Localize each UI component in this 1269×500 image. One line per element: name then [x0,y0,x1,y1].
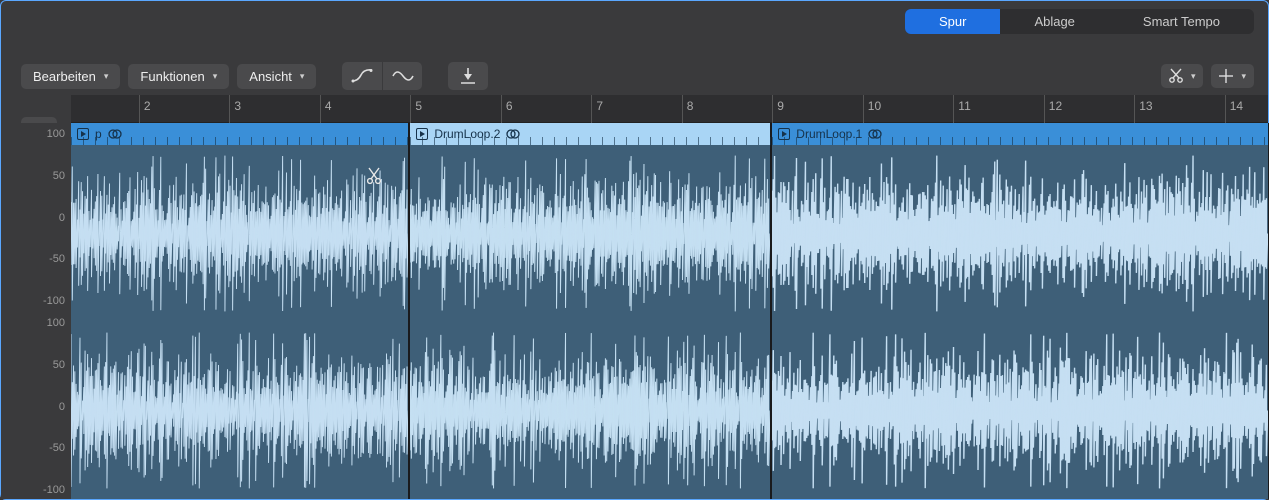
region-expand-icon [416,128,428,140]
left-click-tool[interactable]: ▾ [1161,64,1204,88]
waveform [410,145,770,322]
amplitude-scale: 100 50 0 -50 -100 100 50 0 -50 -100 [1,123,71,499]
waveform [772,322,1268,499]
region-body[interactable] [772,145,1268,499]
amplitude-label: -50 [49,253,65,265]
view-menu[interactable]: Ansicht ▾ [237,64,316,89]
cmd-click-tool[interactable]: ▾ [1211,64,1254,88]
amplitude-label: 50 [53,170,65,182]
view-menu-label: Ansicht [249,69,292,84]
waveform [71,322,408,499]
chevron-down-icon: ▾ [1191,71,1196,82]
ruler-mark: 8 [682,95,694,123]
amplitude-label: -100 [43,484,65,496]
stereo-link-icon [868,128,882,140]
audio-region[interactable]: p [71,123,410,499]
ruler-mark: 4 [320,95,332,123]
tab-smart-tempo[interactable]: Smart Tempo [1109,9,1254,34]
region-expand-icon [77,128,89,140]
ruler-mark: 5 [410,95,422,123]
edit-menu-label: Bearbeiten [33,69,96,84]
ruler-mark: 12 [1044,95,1062,123]
waveform [71,145,408,322]
ruler-mark: 13 [1134,95,1152,123]
region-body[interactable] [71,145,408,499]
functions-menu-label: Funktionen [140,69,204,84]
region-expand-icon [778,128,790,140]
amplitude-label: 0 [59,401,65,413]
ruler-mark: 6 [501,95,513,123]
ruler-mark: 11 [953,95,970,123]
amplitude-label: 0 [59,212,65,224]
chevron-down-icon: ▾ [300,71,305,82]
ruler-mark: 3 [229,95,241,123]
ruler-mark: 2 [139,95,151,123]
amplitude-label: -100 [43,295,65,307]
editor-mode-tabs: Spur Ablage Smart Tempo [905,9,1254,34]
flex-tool-group [342,62,422,90]
region-header[interactable]: DrumLoop.2 [410,123,770,145]
region-header[interactable]: p [71,123,408,145]
waveform [410,322,770,499]
scissors-icon [1169,68,1183,84]
waveform [772,145,1268,322]
ruler-mark: 9 [772,95,784,123]
editor-toolbar: Bearbeiten ▾ Funktionen ▾ Ansicht ▾ [21,59,1254,93]
audio-region[interactable]: DrumLoop.1 [772,123,1269,499]
tab-ablage[interactable]: Ablage [1000,9,1108,34]
amplitude-label: -50 [49,442,65,454]
region-name: DrumLoop.1 [796,127,862,141]
region-header[interactable]: DrumLoop.1 [772,123,1268,145]
crosshair-icon [1219,68,1233,84]
tab-spur[interactable]: Spur [905,9,1000,34]
ruler-mark: 10 [863,95,881,123]
playhead-catch-icon[interactable] [448,62,488,90]
chevron-down-icon: ▾ [1241,71,1246,82]
region-name: DrumLoop.2 [434,127,500,141]
automation-curve-icon[interactable] [342,62,382,90]
ruler-mark: 14 [1225,95,1243,123]
region-body[interactable] [410,145,770,499]
flex-icon[interactable] [382,62,422,90]
bar-ruler[interactable]: 2 3 4 5 6 7 8 9 10 11 12 13 14 [71,95,1268,123]
edit-menu[interactable]: Bearbeiten ▾ [21,64,120,89]
chevron-down-icon: ▾ [213,71,218,82]
stereo-link-icon [108,128,122,140]
region-name: p [95,127,102,141]
chevron-down-icon: ▾ [104,71,109,82]
stereo-link-icon [506,128,520,140]
amplitude-label: 50 [53,359,65,371]
amplitude-label: 100 [47,317,65,329]
audio-region[interactable]: DrumLoop.2 [410,123,772,499]
waveform-area[interactable]: p DrumLoop.2 DrumLoop.1 [71,123,1268,499]
amplitude-label: 100 [47,128,65,140]
ruler-mark: 7 [591,95,603,123]
functions-menu[interactable]: Funktionen ▾ [128,64,229,89]
